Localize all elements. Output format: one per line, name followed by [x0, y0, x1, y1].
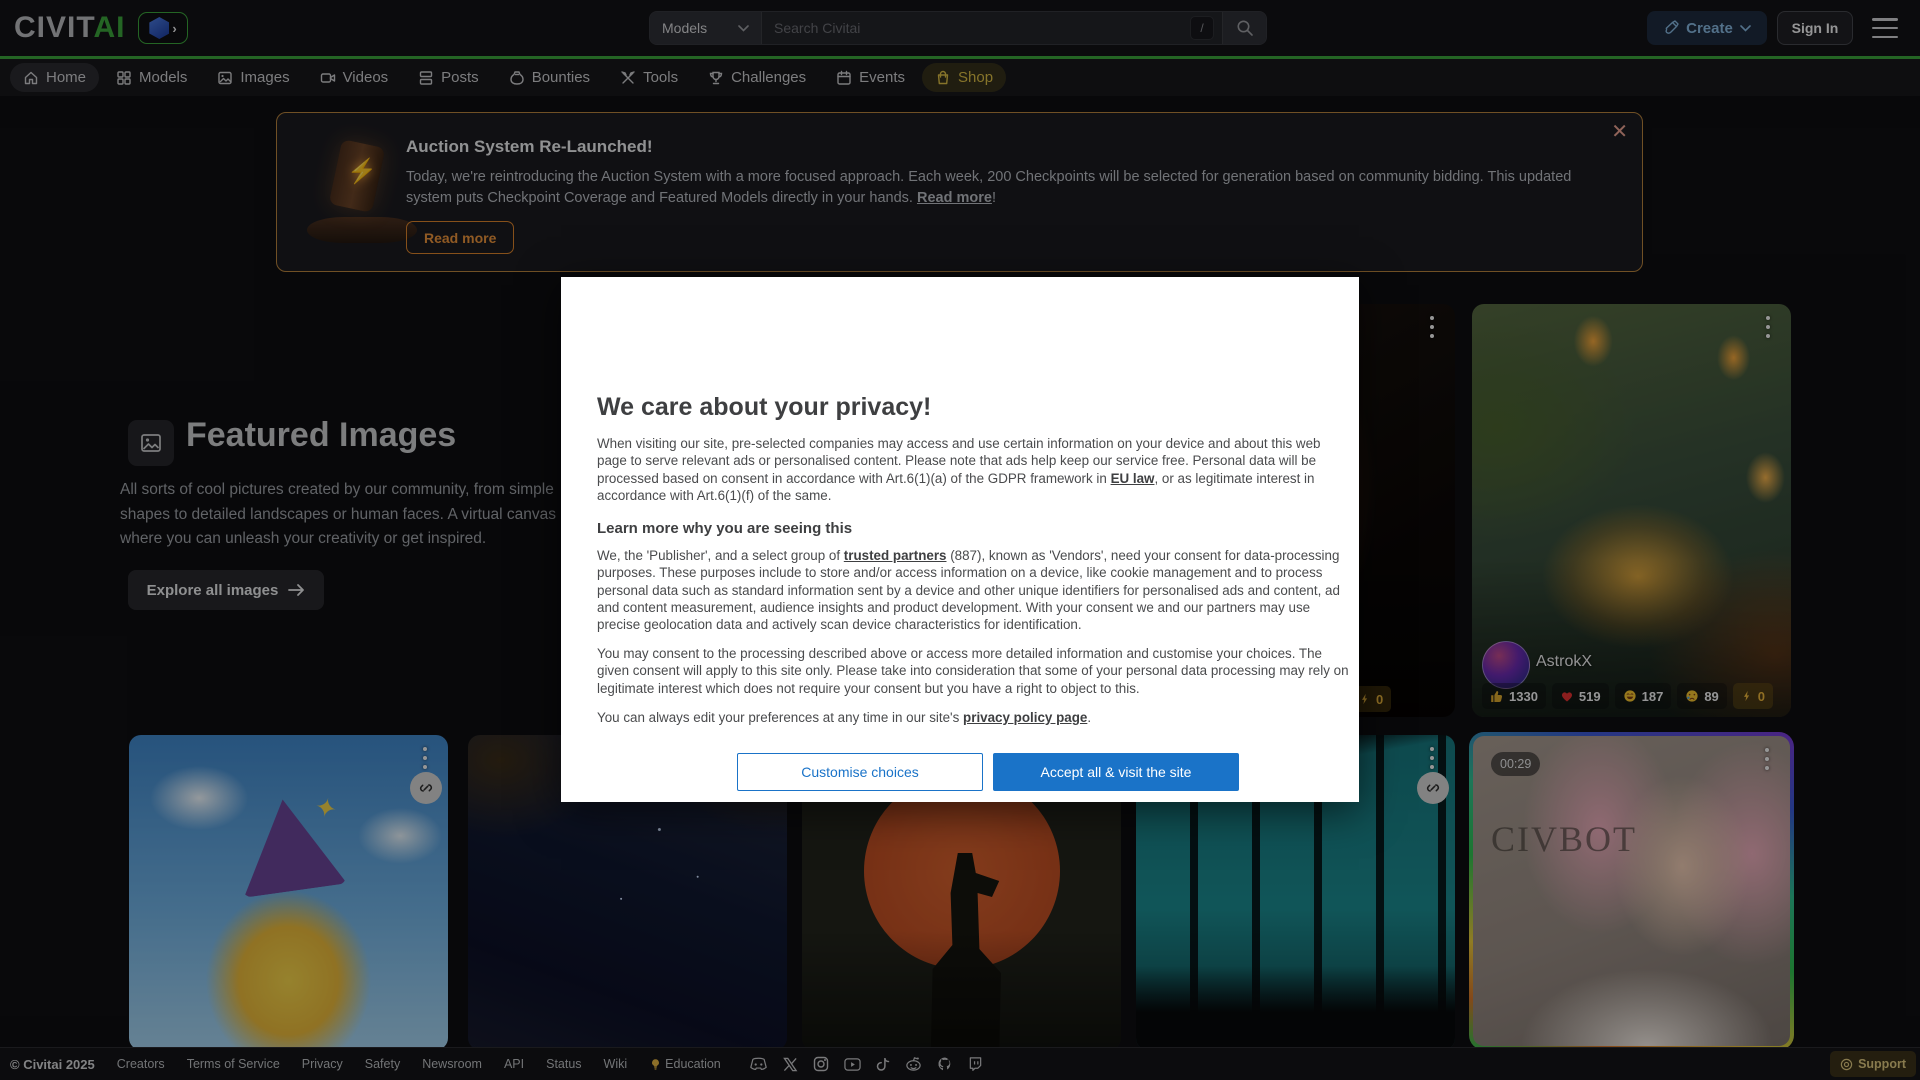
paragraph-text: .	[1087, 710, 1091, 725]
dialog-paragraph-2: We, the 'Publisher', and a select group …	[597, 547, 1349, 633]
trusted-partners-link[interactable]: trusted partners	[844, 548, 947, 563]
dialog-subheading: Learn more why you are seeing this	[597, 520, 852, 537]
privacy-policy-link[interactable]: privacy policy page	[963, 710, 1087, 725]
dialog-paragraph-1: When visiting our site, pre-selected com…	[597, 435, 1349, 504]
dialog-title: We care about your privacy!	[597, 393, 931, 422]
paragraph-text: We, the 'Publisher', and a select group …	[597, 548, 844, 563]
privacy-consent-dialog: We care about your privacy! When visitin…	[561, 277, 1359, 802]
eu-law-link[interactable]: EU law	[1111, 471, 1155, 486]
dialog-paragraph-3: You may consent to the processing descri…	[597, 645, 1349, 697]
paragraph-text: You can always edit your preferences at …	[597, 710, 963, 725]
dialog-paragraph-4: You can always edit your preferences at …	[597, 709, 1349, 726]
customise-choices-button[interactable]: Customise choices	[737, 753, 983, 791]
civitai-home-page: CIVITAI › Models / Create Sign In	[0, 0, 1920, 1080]
accept-all-button[interactable]: Accept all & visit the site	[993, 753, 1239, 791]
